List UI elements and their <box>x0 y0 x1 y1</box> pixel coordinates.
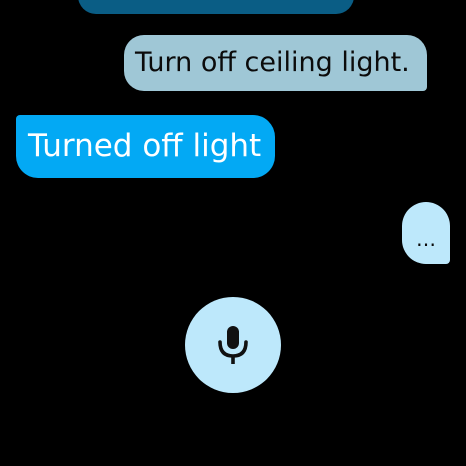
assistant-message-bubble: Turned off light <box>16 115 275 178</box>
user-message-text: Turn off ceiling light. <box>135 47 410 78</box>
assist-screen: Turn off ceiling light. Turned off light… <box>0 0 466 466</box>
typing-indicator-bubble: … <box>402 202 450 264</box>
mic-button[interactable] <box>185 297 281 393</box>
user-message-bubble: Turn off ceiling light. <box>124 35 427 91</box>
previous-message-bubble <box>78 0 354 14</box>
typing-indicator-text: … <box>416 227 436 251</box>
assistant-message-text: Turned off light <box>28 128 262 164</box>
microphone-icon <box>218 326 248 364</box>
